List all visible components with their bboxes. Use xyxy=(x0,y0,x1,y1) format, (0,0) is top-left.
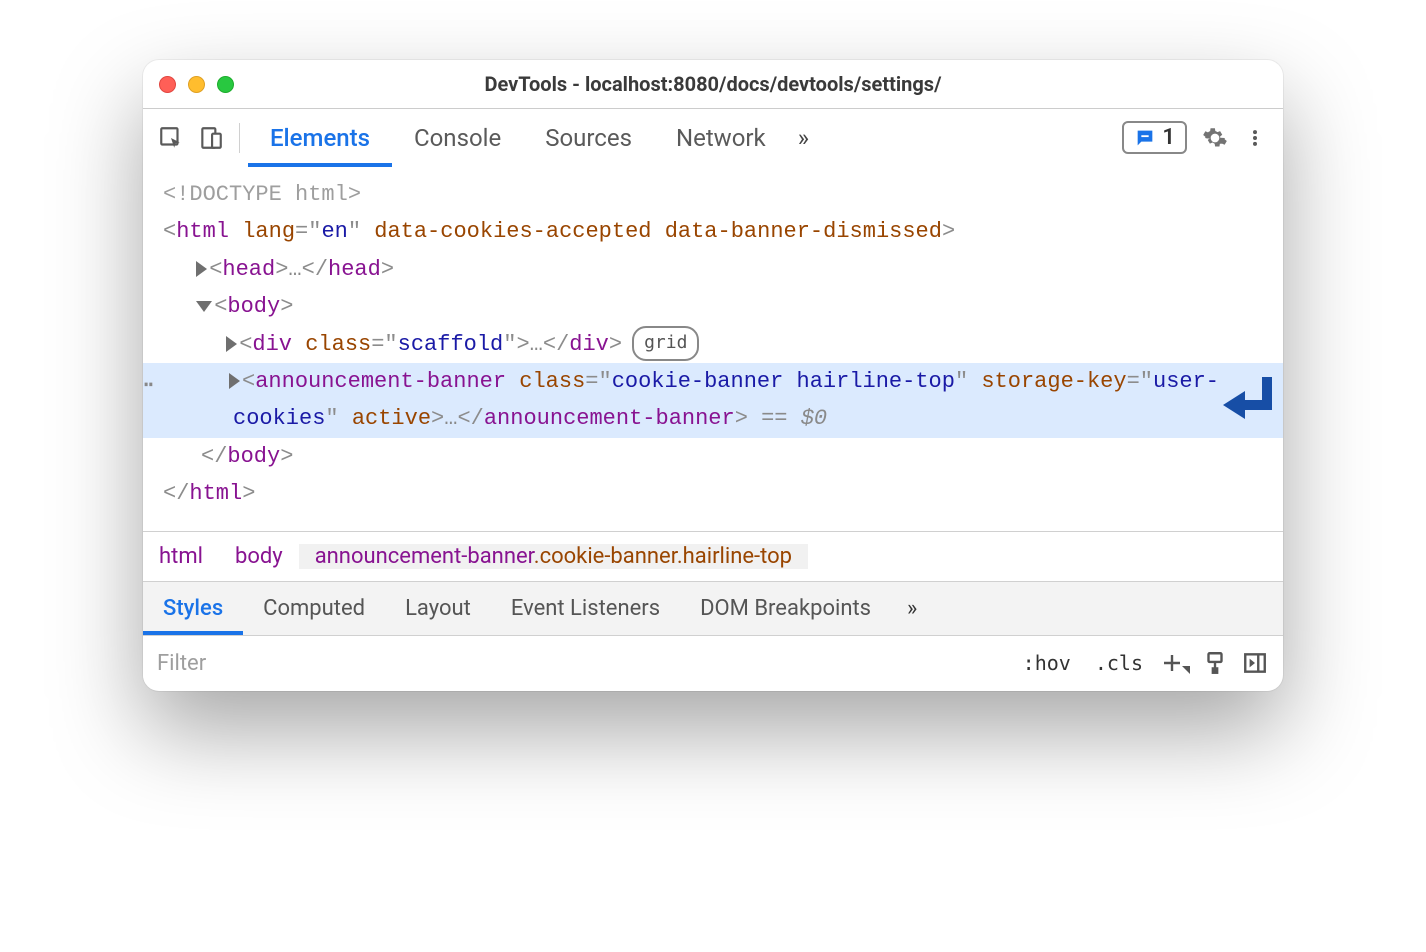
tab-elements[interactable]: Elements xyxy=(248,109,392,166)
zoom-window-button[interactable] xyxy=(217,76,234,93)
dom-html-close[interactable]: </html> xyxy=(163,475,1283,512)
inspect-element-icon[interactable] xyxy=(151,118,191,158)
expand-caret-icon[interactable] xyxy=(226,336,237,352)
toolbar-separator xyxy=(239,123,240,153)
devtools-window: DevTools - localhost:8080/docs/devtools/… xyxy=(143,60,1283,691)
styles-filter-row: :hov .cls xyxy=(143,635,1283,691)
tab-console[interactable]: Console xyxy=(392,109,523,166)
computed-panel-collapse-icon[interactable] xyxy=(1235,650,1275,676)
crumb-html[interactable]: html xyxy=(143,544,219,569)
crumb-body[interactable]: body xyxy=(219,544,299,569)
dom-selected-node[interactable]: ⋯ <announcement-banner class="cookie-ban… xyxy=(143,363,1283,438)
kebab-menu-icon[interactable] xyxy=(1235,118,1275,158)
dom-head[interactable]: <head>…</head> xyxy=(163,251,1283,288)
close-window-button[interactable] xyxy=(159,76,176,93)
styles-subtabs: Styles Computed Layout Event Listeners D… xyxy=(143,581,1283,635)
dom-body-close[interactable]: </body> xyxy=(163,438,1283,475)
traffic-lights xyxy=(159,76,234,93)
dom-div-scaffold[interactable]: <div class="scaffold">…</div>grid xyxy=(163,326,1283,363)
main-toolbar: Elements Console Sources Network » 1 xyxy=(143,108,1283,166)
subtab-computed[interactable]: Computed xyxy=(243,582,385,635)
grid-badge[interactable]: grid xyxy=(632,326,699,361)
crumb-selected[interactable]: announcement-banner.cookie-banner.hairli… xyxy=(299,544,808,569)
cls-toggle[interactable]: .cls xyxy=(1083,651,1155,675)
settings-icon[interactable] xyxy=(1195,118,1235,158)
subtab-layout[interactable]: Layout xyxy=(385,582,491,635)
paint-flash-icon[interactable] xyxy=(1195,650,1235,676)
hov-toggle[interactable]: :hov xyxy=(1011,651,1083,675)
styles-filter-input[interactable] xyxy=(143,643,1011,684)
tab-sources[interactable]: Sources xyxy=(523,109,654,166)
issues-badge[interactable]: 1 xyxy=(1122,121,1187,154)
dom-html-open[interactable]: <html lang="en" data-cookies-accepted da… xyxy=(163,213,1283,250)
window-title: DevTools - localhost:8080/docs/devtools/… xyxy=(143,72,1283,96)
breadcrumb: html body announcement-banner.cookie-ban… xyxy=(143,531,1283,581)
gutter-more-icon[interactable]: ⋯ xyxy=(143,367,155,408)
dom-tree[interactable]: <!DOCTYPE html> <html lang="en" data-coo… xyxy=(143,166,1283,531)
more-tabs-icon[interactable]: » xyxy=(788,124,819,152)
tab-network[interactable]: Network xyxy=(654,109,788,166)
minimize-window-button[interactable] xyxy=(188,76,205,93)
subtab-dom-breakpoints[interactable]: DOM Breakpoints xyxy=(680,582,891,635)
subtab-event-listeners[interactable]: Event Listeners xyxy=(491,582,680,635)
dom-doctype[interactable]: <!DOCTYPE html> xyxy=(163,176,1283,213)
subtab-styles[interactable]: Styles xyxy=(143,582,243,635)
new-style-rule-icon[interactable] xyxy=(1155,651,1195,675)
main-tabs: Elements Console Sources Network xyxy=(248,109,788,166)
dom-body-open[interactable]: <body> xyxy=(163,288,1283,325)
collapse-caret-icon[interactable] xyxy=(196,301,212,312)
expand-caret-icon[interactable] xyxy=(196,261,207,277)
annotation-arrow-icon xyxy=(1217,371,1277,427)
expand-caret-icon[interactable] xyxy=(229,373,240,389)
device-toolbar-icon[interactable] xyxy=(191,118,231,158)
more-subtabs-icon[interactable]: » xyxy=(891,596,933,621)
titlebar: DevTools - localhost:8080/docs/devtools/… xyxy=(143,60,1283,108)
issues-count: 1 xyxy=(1162,125,1175,150)
